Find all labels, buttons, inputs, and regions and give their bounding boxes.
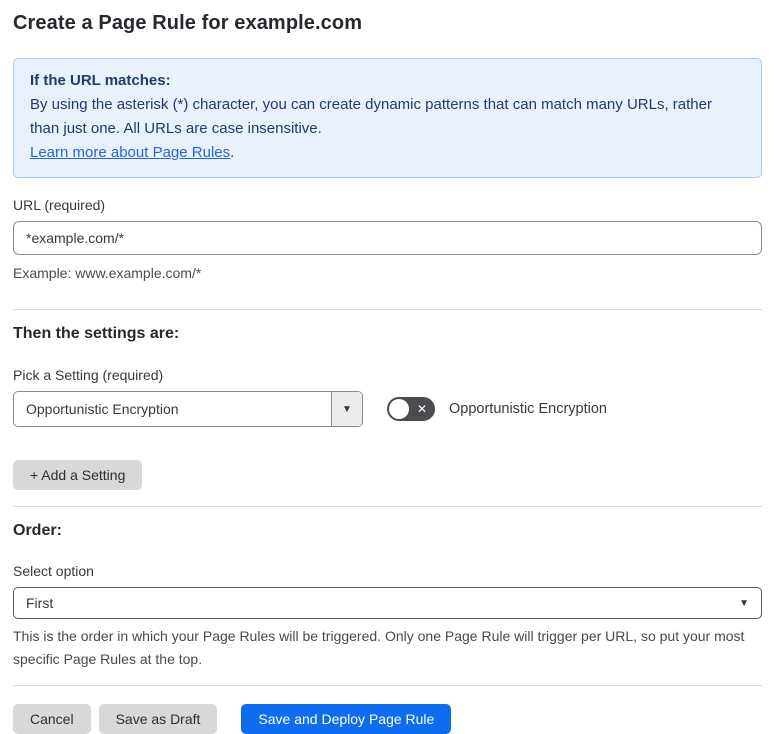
setting-toggle[interactable]: ✕	[387, 397, 435, 421]
url-example-helper: Example: www.example.com/*	[13, 265, 202, 281]
toggle-x-icon: ✕	[416, 402, 427, 416]
order-select-label: Select option	[13, 563, 94, 579]
toggle-knob	[389, 399, 409, 419]
order-select[interactable]: First ▼	[13, 587, 762, 619]
pick-setting-label: Pick a Setting (required)	[13, 367, 164, 383]
url-input[interactable]	[13, 221, 762, 255]
divider	[13, 309, 762, 310]
settings-section-heading: Then the settings are:	[13, 325, 180, 342]
divider	[13, 506, 762, 507]
page-rule-form: Create a Page Rule for example.com If th…	[0, 12, 775, 734]
save-and-deploy-button[interactable]: Save and Deploy Page Rule	[241, 704, 452, 734]
info-banner-heading: If the URL matches:	[30, 72, 171, 89]
setting-select-value: Opportunistic Encryption	[26, 401, 179, 417]
page-title: Create a Page Rule for example.com	[13, 12, 363, 34]
dropdown-arrow-icon: ▼	[739, 597, 749, 609]
setting-select[interactable]: Opportunistic Encryption ▼	[13, 391, 363, 427]
learn-more-link[interactable]: Learn more about Page Rules	[30, 144, 230, 161]
add-setting-button[interactable]: + Add a Setting	[13, 460, 143, 490]
url-label: URL (required)	[13, 197, 106, 213]
link-period: .	[230, 144, 235, 161]
info-banner-body: By using the asterisk (*) character, you…	[30, 96, 712, 137]
order-section-heading: Order:	[13, 522, 62, 539]
setting-toggle-label: Opportunistic Encryption	[449, 401, 607, 417]
save-as-draft-button[interactable]: Save as Draft	[98, 704, 218, 734]
info-banner-link-line: Learn more about Page Rules.	[30, 141, 745, 165]
footer-actions: Cancel Save as Draft Save and Deploy Pag…	[13, 704, 762, 734]
dropdown-arrow-icon[interactable]: ▼	[331, 392, 362, 426]
order-helper-text: This is the order in which your Page Rul…	[13, 628, 745, 667]
url-match-info-banner: If the URL matches: By using the asteris…	[13, 58, 762, 178]
order-select-value: First	[26, 595, 54, 611]
cancel-button[interactable]: Cancel	[13, 704, 91, 734]
divider	[13, 685, 762, 686]
setting-row: Opportunistic Encryption ▼ ✕ Opportunist…	[13, 391, 762, 427]
